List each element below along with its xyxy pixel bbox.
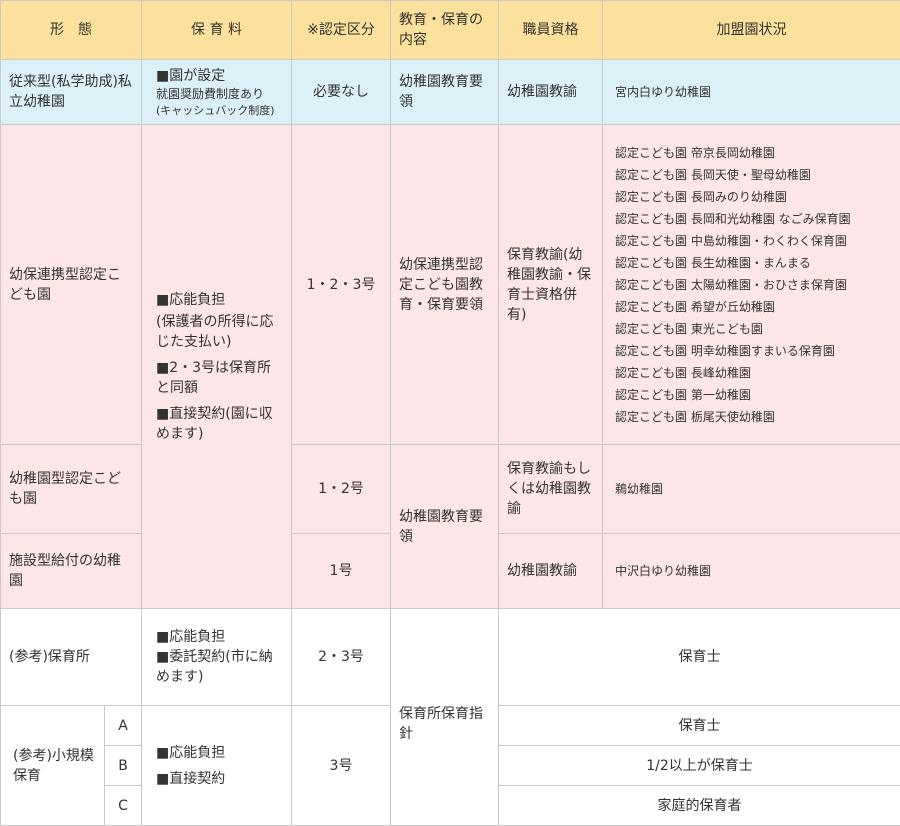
header-certification: ※認定区分 xyxy=(292,1,391,60)
staff-nursery: 保育士 xyxy=(499,609,900,706)
member-item: 認定こども園 栃尾天使幼稚園 xyxy=(615,406,892,428)
fee-shared: ■応能負担 (保護者の所得に応じた支払い) ■2・3号は保育所と同額 ■直接契約… xyxy=(142,125,292,609)
member-item: 認定こども園 長峰幼稚園 xyxy=(615,362,892,384)
member-item: 認定こども園 中島幼稚園・わくわく保育園 xyxy=(615,230,892,252)
small-label-a: A xyxy=(105,706,142,746)
member-item: 認定こども園 長生幼稚園・まんまる xyxy=(615,252,892,274)
header-staff: 職員資格 xyxy=(499,1,603,60)
members-facility: 中沢白ゆり幼稚園 xyxy=(603,534,900,609)
fee-shared-line3: ■2・3号は保育所と同額 xyxy=(156,358,283,398)
cert-facility: 1号 xyxy=(292,534,391,609)
form-nursery: (参考)保育所 xyxy=(1,609,142,706)
fee-shared-line4: ■直接契約(園に収めます) xyxy=(156,404,283,444)
fee-shared-line2: (保護者の所得に応じた支払い) xyxy=(156,312,283,352)
members-collab: 認定こども園 帝京長岡幼稚園 認定こども園 長岡天使・聖母幼稚園 認定こども園 … xyxy=(603,125,900,445)
form-collab: 幼保連携型認定こども園 xyxy=(1,125,142,445)
fee-private-note: (キャッシュバック制度) xyxy=(156,103,283,118)
header-content: 教育・保育の内容 xyxy=(391,1,499,60)
fee-small-line1: ■応能負担 xyxy=(156,743,283,763)
cert-collab: 1・2・3号 xyxy=(292,125,391,445)
staff-kinder-type: 保育教諭もしくは幼稚園教諭 xyxy=(499,445,603,534)
content-private: 幼稚園教育要領 xyxy=(391,60,499,125)
content-collab: 幼保連携型認定こども園教育・保育要領 xyxy=(391,125,499,445)
cert-kinder-type: 1・2号 xyxy=(292,445,391,534)
content-kinder-type: 幼稚園教育要領 xyxy=(391,445,499,609)
header-fee: 保 育 料 xyxy=(142,1,292,60)
staff-small-a: 保育士 xyxy=(499,706,900,746)
staff-collab: 保育教諭(幼稚園教諭・保育士資格併有) xyxy=(499,125,603,445)
fee-private-sub: 就園奨励費制度あり xyxy=(156,86,283,103)
cert-nursery: 2・3号 xyxy=(292,609,391,706)
header-form: 形 態 xyxy=(1,1,142,60)
header-row: 形 態 保 育 料 ※認定区分 教育・保育の内容 職員資格 加盟園状況 xyxy=(1,1,900,60)
staff-facility: 幼稚園教諭 xyxy=(499,534,603,609)
fee-nursery-line1: ■応能負担 xyxy=(156,627,283,647)
staff-small-c: 家庭的保育者 xyxy=(499,786,900,826)
member-item: 認定こども園 第一幼稚園 xyxy=(615,384,892,406)
row-nursery: (参考)保育所 ■応能負担 ■委託契約(市に納めます) 2・3号 保育所保育指針… xyxy=(1,609,900,706)
cert-private: 必要なし xyxy=(292,60,391,125)
member-item: 認定こども園 明幸幼稚園すまいる保育園 xyxy=(615,340,892,362)
staff-private: 幼稚園教諭 xyxy=(499,60,603,125)
member-item: 認定こども園 東光こども園 xyxy=(615,318,892,340)
member-item: 認定こども園 太陽幼稚園・おひさま保育園 xyxy=(615,274,892,296)
form-kinder-type: 幼稚園型認定こども園 xyxy=(1,445,142,534)
form-private: 従来型(私学助成)私立幼稚園 xyxy=(1,60,142,125)
form-facility: 施設型給付の幼稚園 xyxy=(1,534,142,609)
childcare-comparison-table: 形 態 保 育 料 ※認定区分 教育・保育の内容 職員資格 加盟園状況 従来型(… xyxy=(0,0,900,826)
staff-small-b: 1/2以上が保育士 xyxy=(499,746,900,786)
member-item: 認定こども園 帝京長岡幼稚園 xyxy=(615,142,892,164)
fee-small: ■応能負担 ■直接契約 xyxy=(142,706,292,826)
content-nursery: 保育所保育指針 xyxy=(391,609,499,826)
fee-nursery-line2: ■委託契約(市に納めます) xyxy=(156,647,283,687)
fee-small-line2: ■直接契約 xyxy=(156,769,283,789)
cert-small: 3号 xyxy=(292,706,391,826)
fee-private-main: ■園が設定 xyxy=(156,66,283,86)
members-kinder-type: 鵜幼稚園 xyxy=(603,445,900,534)
member-item: 認定こども園 長岡和光幼稚園 なごみ保育園 xyxy=(615,208,892,230)
row-private-kindergarten: 従来型(私学助成)私立幼稚園 ■園が設定 就園奨励費制度あり (キャッシュバック… xyxy=(1,60,900,125)
member-item: 認定こども園 長岡天使・聖母幼稚園 xyxy=(615,164,892,186)
row-kindergarten-type: 幼稚園型認定こども園 1・2号 幼稚園教育要領 保育教諭もしくは幼稚園教諭 鵜幼… xyxy=(1,445,900,534)
row-collab-type: 幼保連携型認定こども園 ■応能負担 (保護者の所得に応じた支払い) ■2・3号は… xyxy=(1,125,900,445)
form-small: (参考)小規模保育 xyxy=(1,706,105,826)
fee-shared-line1: ■応能負担 xyxy=(156,290,283,310)
small-label-c: C xyxy=(105,786,142,826)
members-private: 宮内白ゆり幼稚園 xyxy=(603,60,900,125)
fee-private: ■園が設定 就園奨励費制度あり (キャッシュバック制度) xyxy=(142,60,292,125)
fee-nursery: ■応能負担 ■委託契約(市に納めます) xyxy=(142,609,292,706)
member-item: 認定こども園 長岡みのり幼稚園 xyxy=(615,186,892,208)
small-label-b: B xyxy=(105,746,142,786)
header-members: 加盟園状況 xyxy=(603,1,900,60)
member-item: 認定こども園 希望が丘幼稚園 xyxy=(615,296,892,318)
